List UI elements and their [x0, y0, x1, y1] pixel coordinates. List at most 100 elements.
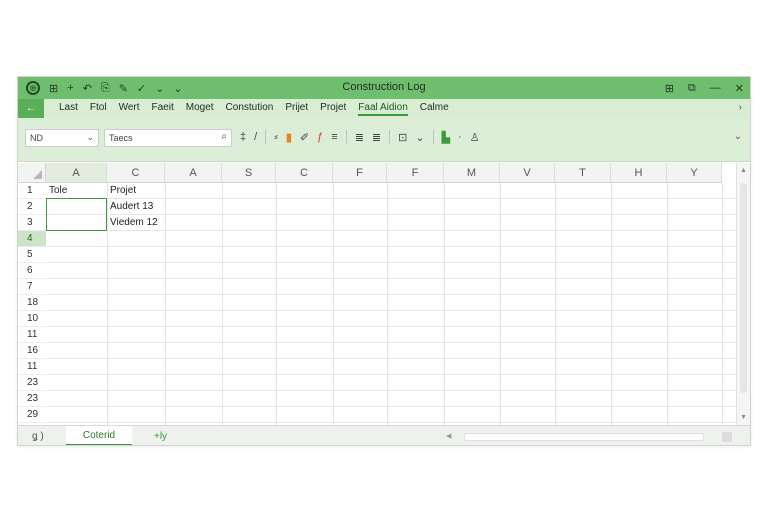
- close-icon[interactable]: ✕: [735, 82, 744, 95]
- column-header[interactable]: Y: [667, 163, 722, 183]
- column-header[interactable]: T: [555, 163, 611, 183]
- menu-item[interactable]: Constution: [226, 102, 274, 116]
- app-logo-icon[interactable]: ◎: [26, 81, 40, 95]
- align-icon[interactable]: ‡: [240, 131, 246, 143]
- search-box[interactable]: Taecs ⌕: [104, 129, 232, 147]
- chevron-down-icon[interactable]: ⌄: [155, 82, 164, 95]
- cell-r1c2[interactable]: Projet: [110, 185, 136, 196]
- horizontal-scrollbar[interactable]: ◀: [446, 432, 736, 442]
- formatting-tools: ‡ / ⸗ ▮ ✐ ƒ ≡ ≣ ≣ ⊡ ⌄ ▙ · ♙: [240, 130, 480, 144]
- menu-item[interactable]: Last: [59, 102, 78, 116]
- row-header[interactable]: 2: [18, 199, 46, 215]
- brush-icon[interactable]: ✎: [119, 82, 128, 95]
- restore-icon[interactable]: ⊞: [665, 82, 674, 95]
- search-icon[interactable]: ⌕: [221, 131, 227, 142]
- column-header[interactable]: A: [165, 163, 222, 183]
- row-header[interactable]: 3: [18, 215, 46, 231]
- align-right-icon[interactable]: ≣: [372, 131, 381, 144]
- select-all-corner[interactable]: [18, 163, 46, 183]
- column-header[interactable]: A: [46, 163, 107, 183]
- horizontal-scroll-track[interactable]: [464, 433, 704, 441]
- scroll-up-icon[interactable]: ▲: [740, 167, 747, 174]
- grid-line: [46, 358, 736, 359]
- column-header[interactable]: C: [276, 163, 333, 183]
- cell-r2c2[interactable]: Audert 13: [110, 201, 153, 212]
- row-header[interactable]: 16: [18, 343, 46, 359]
- align-center-icon[interactable]: ≣: [355, 131, 364, 144]
- menu-item[interactable]: Moget: [186, 102, 214, 116]
- row-header[interactable]: 18: [18, 295, 46, 311]
- menu-item[interactable]: Ftol: [90, 102, 107, 116]
- row-header[interactable]: 11: [18, 327, 46, 343]
- selected-range[interactable]: [46, 198, 107, 231]
- chevron-down-icon[interactable]: ⌄: [415, 131, 424, 144]
- row-header[interactable]: 1: [18, 183, 46, 199]
- chevron-down-icon[interactable]: ⌄: [173, 82, 182, 95]
- column-header[interactable]: F: [387, 163, 444, 183]
- fill-color-icon[interactable]: ▮: [286, 131, 292, 144]
- cell-grid[interactable]: A C A S C F F M V T H Y 1 2 3 4 5 6 7 18 10 11 16 11 23 23 29 Tole P…: [18, 163, 736, 425]
- plus-icon[interactable]: +: [67, 82, 73, 94]
- grid-line: [722, 183, 723, 425]
- add-sheet-button[interactable]: +ly: [154, 431, 167, 442]
- menu-item[interactable]: Calme: [420, 102, 449, 116]
- grid-line: [444, 183, 445, 425]
- sheet-nav[interactable]: ǥ ): [32, 431, 44, 442]
- sheet-tab[interactable]: Coterid: [66, 426, 132, 445]
- column-header[interactable]: S: [222, 163, 276, 183]
- name-box[interactable]: ND ⌄: [25, 129, 99, 147]
- row-header[interactable]: 10: [18, 311, 46, 327]
- edit-icon[interactable]: ✐: [300, 131, 309, 144]
- dot-icon[interactable]: ·: [458, 131, 462, 143]
- column-header[interactable]: F: [333, 163, 387, 183]
- row-header[interactable]: 29: [18, 407, 46, 423]
- grid-line: [222, 183, 223, 425]
- scroll-down-icon[interactable]: ▼: [740, 414, 747, 421]
- vertical-scrollbar[interactable]: ▲ ▼: [736, 163, 750, 425]
- back-button[interactable]: ←: [18, 99, 44, 118]
- menu-item[interactable]: Prijet: [285, 102, 308, 116]
- grid-line: [46, 278, 736, 279]
- row-header[interactable]: 23: [18, 375, 46, 391]
- person-icon[interactable]: ♙: [470, 131, 480, 144]
- check-icon[interactable]: ✓: [137, 82, 146, 95]
- menu-item[interactable]: Wert: [119, 102, 140, 116]
- grid-icon[interactable]: ⊞: [49, 82, 58, 95]
- row-header[interactable]: 6: [18, 263, 46, 279]
- menu-item[interactable]: Faal Aidion: [358, 102, 408, 116]
- grid-line: [46, 230, 736, 231]
- undo-icon[interactable]: ↶: [83, 82, 92, 95]
- save-icon[interactable]: ⎘: [101, 82, 110, 95]
- chevron-down-icon[interactable]: ⌄: [86, 132, 94, 143]
- column-header[interactable]: V: [500, 163, 555, 183]
- scroll-thumb[interactable]: [740, 183, 747, 393]
- grid-line: [46, 342, 736, 343]
- layout-icon[interactable]: ⧉: [688, 82, 696, 95]
- menu-item[interactable]: Faeit: [152, 102, 174, 116]
- chart-icon[interactable]: ▙: [442, 131, 450, 144]
- align-left-icon[interactable]: ≡: [331, 131, 337, 143]
- chevron-down-icon[interactable]: ⌄: [734, 131, 742, 142]
- pen-icon[interactable]: /: [254, 131, 257, 143]
- row-header[interactable]: 5: [18, 247, 46, 263]
- ribbon-expand-icon[interactable]: ›: [739, 102, 742, 113]
- cell-r3c2[interactable]: Viedem 12: [110, 217, 158, 228]
- table-icon[interactable]: ⊡: [398, 131, 407, 144]
- format-painter-icon[interactable]: ⸗: [274, 131, 278, 143]
- cell-r1c1[interactable]: Tole: [49, 185, 67, 196]
- minimize-icon[interactable]: —: [710, 82, 721, 94]
- font-color-icon[interactable]: ƒ: [317, 131, 323, 143]
- row-header[interactable]: 4: [18, 231, 46, 247]
- scroll-left-icon[interactable]: ◀: [446, 432, 451, 440]
- row-header[interactable]: 7: [18, 279, 46, 295]
- column-header[interactable]: M: [444, 163, 500, 183]
- scroll-right-icon[interactable]: [722, 432, 732, 442]
- column-header[interactable]: H: [611, 163, 667, 183]
- column-header[interactable]: C: [107, 163, 165, 183]
- row-header[interactable]: 11: [18, 359, 46, 375]
- menu-item[interactable]: Projet: [320, 102, 346, 116]
- menu-bar: ← Last Ftol Wert Faeit Moget Constution Prijet…: [18, 99, 750, 118]
- sheet-bar: ǥ ) Coterid +ly ◀: [18, 425, 750, 445]
- row-header[interactable]: 23: [18, 391, 46, 407]
- grid-line: [46, 406, 736, 407]
